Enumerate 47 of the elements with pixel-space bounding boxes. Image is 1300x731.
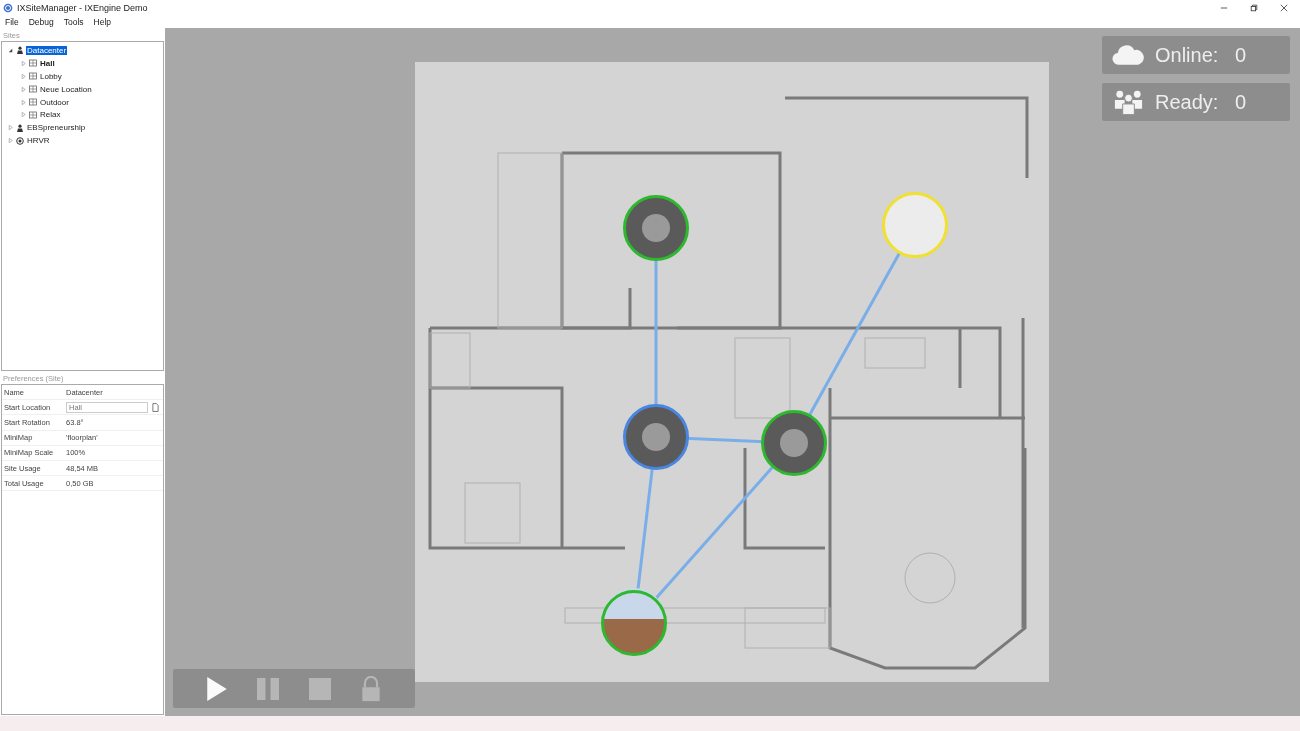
- status-count: 0: [1235, 90, 1247, 114]
- location-node[interactable]: [761, 410, 827, 476]
- restore-icon[interactable]: [1250, 4, 1258, 12]
- stop-icon[interactable]: [308, 675, 331, 702]
- floorplan-icon: [29, 85, 37, 94]
- menu-item[interactable]: File: [5, 17, 19, 27]
- tree-item[interactable]: Neue Location: [39, 84, 93, 94]
- target-icon: [16, 136, 24, 145]
- tree-item[interactable]: Relax: [39, 110, 62, 120]
- location-node[interactable]: [623, 195, 689, 261]
- floorplan-icon: [29, 110, 37, 119]
- person-icon: [16, 123, 24, 132]
- floorplan-icon: [29, 98, 37, 106]
- close-icon[interactable]: [1280, 4, 1288, 12]
- expand-arrow-icon[interactable]: [7, 124, 14, 132]
- menu-item[interactable]: Tools: [63, 17, 84, 27]
- minimize-icon[interactable]: [1220, 4, 1228, 12]
- app-logo-icon: [3, 3, 13, 13]
- expand-arrow-icon[interactable]: [20, 98, 27, 106]
- tree-item[interactable]: Outdoor: [39, 97, 70, 107]
- location-node[interactable]: [601, 588, 667, 656]
- tree-item[interactable]: EBSpreneurship: [26, 123, 87, 133]
- tree-item[interactable]: Hall: [39, 58, 56, 68]
- status-label: Ready:: [1155, 90, 1220, 114]
- tree-item[interactable]: Datacenter: [26, 45, 68, 55]
- play-icon[interactable]: [205, 675, 228, 702]
- file-icon[interactable]: [152, 402, 159, 412]
- window-title: IXSiteManager - IXEngine Demo: [17, 3, 148, 13]
- expand-arrow-icon[interactable]: [20, 59, 27, 67]
- pause-icon[interactable]: [257, 675, 280, 702]
- person-icon: [16, 46, 24, 55]
- cloud-icon: [1112, 42, 1145, 68]
- status-count: 0: [1235, 43, 1247, 67]
- menu-item[interactable]: Debug: [28, 17, 54, 27]
- floorplan-icon: [29, 59, 37, 68]
- location-node[interactable]: [623, 404, 689, 470]
- tree-item[interactable]: HRVR: [26, 136, 51, 146]
- floorplan-icon: [29, 72, 37, 81]
- tree-item[interactable]: Lobby: [39, 71, 63, 81]
- lock-icon[interactable]: [360, 675, 383, 702]
- status-label: Online:: [1155, 43, 1220, 67]
- expand-arrow-icon[interactable]: [20, 111, 27, 119]
- expand-arrow-icon[interactable]: [7, 137, 14, 145]
- expand-arrow-icon[interactable]: [20, 72, 27, 80]
- people-icon: [1112, 89, 1145, 115]
- menu-item[interactable]: Help: [93, 17, 112, 27]
- expand-arrow-icon[interactable]: [20, 85, 27, 93]
